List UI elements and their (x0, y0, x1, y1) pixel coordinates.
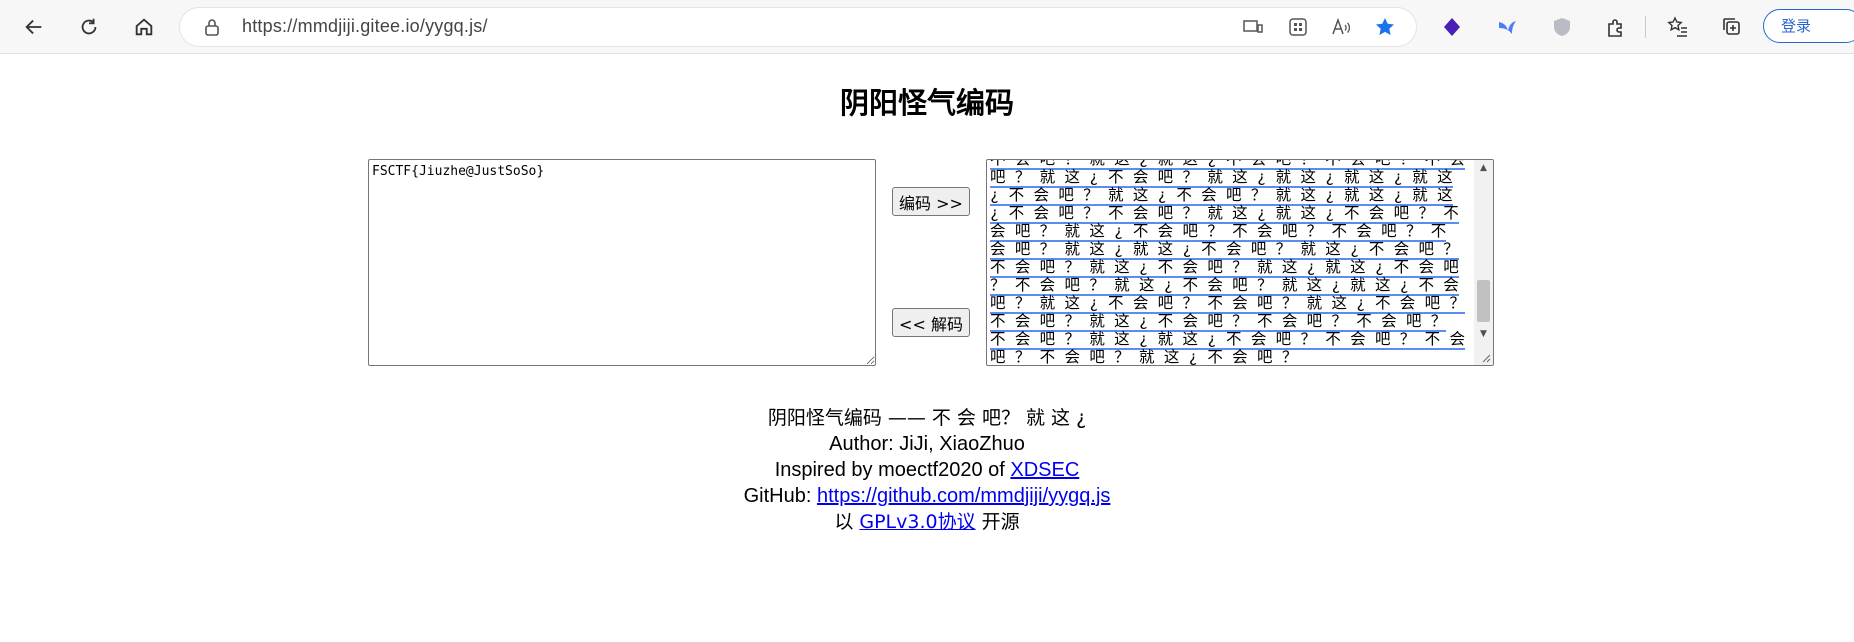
favorites-list-icon[interactable] (1663, 12, 1693, 42)
footer-license-suffix: 开源 (975, 511, 1020, 533)
blue-bird-extension-icon[interactable] (1492, 12, 1522, 42)
scroll-up-arrow-icon[interactable]: ▲ (1474, 160, 1493, 176)
puzzle-icon[interactable] (1601, 12, 1631, 42)
encode-button[interactable]: 编码 >> (892, 187, 970, 216)
decode-button[interactable]: << 解码 (892, 308, 970, 337)
plain-text-input[interactable]: FSCTF{Jiuzhe@JustSoSo} (368, 159, 876, 366)
collections-icon[interactable] (1717, 12, 1747, 42)
vertical-scrollbar[interactable]: ▲ ▼ (1474, 160, 1493, 365)
github-link[interactable]: https://github.com/mmdjiji/yygq.js (817, 485, 1110, 507)
read-aloud-icon[interactable] (1330, 16, 1352, 38)
scroll-thumb[interactable] (1477, 280, 1490, 322)
xdsec-link[interactable]: XDSEC (1010, 459, 1079, 481)
address-bar[interactable]: https://mmdjiji.gitee.io/yygq.js/ (180, 8, 1416, 46)
footer-author: Author: JiJi, XiaoZhuo (829, 433, 1025, 455)
footer-inspired-text: Inspired by moectf2020 of (774, 459, 1011, 481)
encoded-output-value: 不 会 吧 ？ 就 这 ¿ 就 这 ¿ 不 会 吧 ？ 不 会 吧 ？ 不 会 … (990, 160, 1465, 365)
footer-github-label: GitHub: (743, 485, 817, 507)
back-arrow-icon[interactable] (19, 12, 49, 42)
toolbar-separator (1645, 16, 1646, 38)
lock-icon[interactable] (202, 17, 222, 37)
browser-toolbar: https://mmdjiji.gitee.io/yygq.js/ 登录 (0, 0, 1854, 54)
cast-icon[interactable] (1242, 16, 1264, 38)
url-text[interactable]: https://mmdjiji.gitee.io/yygq.js/ (242, 16, 488, 37)
encoded-output-textarea[interactable]: 不 会 吧 ？ 就 这 ¿ 就 这 ¿ 不 会 吧 ？ 不 会 吧 ？ 不 会 … (986, 159, 1494, 366)
apps-grid-icon[interactable] (1287, 16, 1309, 38)
purple-diamond-extension-icon[interactable] (1437, 12, 1467, 42)
home-icon[interactable] (129, 12, 159, 42)
resize-grip-icon[interactable] (1481, 353, 1491, 363)
footer-tagline: 阴阳怪气编码 —— 不 会 吧？ 就 这 ¿ (767, 407, 1087, 429)
footer: 阴阳怪气编码 —— 不 会 吧？ 就 这 ¿ Author: JiJi, Xia… (0, 405, 1854, 535)
login-button[interactable]: 登录 (1763, 9, 1854, 43)
grey-shield-extension-icon[interactable] (1547, 12, 1577, 42)
refresh-icon[interactable] (74, 12, 104, 42)
footer-github: GitHub: https://github.com/mmdjiji/yygq.… (0, 483, 1854, 509)
license-link[interactable]: GPLv3.0协议 (859, 511, 975, 533)
page-title: 阴阳怪气编码 (839, 86, 1014, 120)
footer-license-prefix: 以 (834, 511, 860, 533)
footer-inspired: Inspired by moectf2020 of XDSEC (0, 457, 1854, 483)
star-filled-icon[interactable] (1374, 16, 1396, 38)
footer-license: 以 GPLv3.0协议 开源 (0, 509, 1854, 535)
scroll-down-arrow-icon[interactable]: ▼ (1474, 326, 1493, 342)
encoded-output-text[interactable]: 不 会 吧 ？ 就 这 ¿ 就 这 ¿ 不 会 吧 ？ 不 会 吧 ？ 不 会 … (990, 160, 1470, 365)
